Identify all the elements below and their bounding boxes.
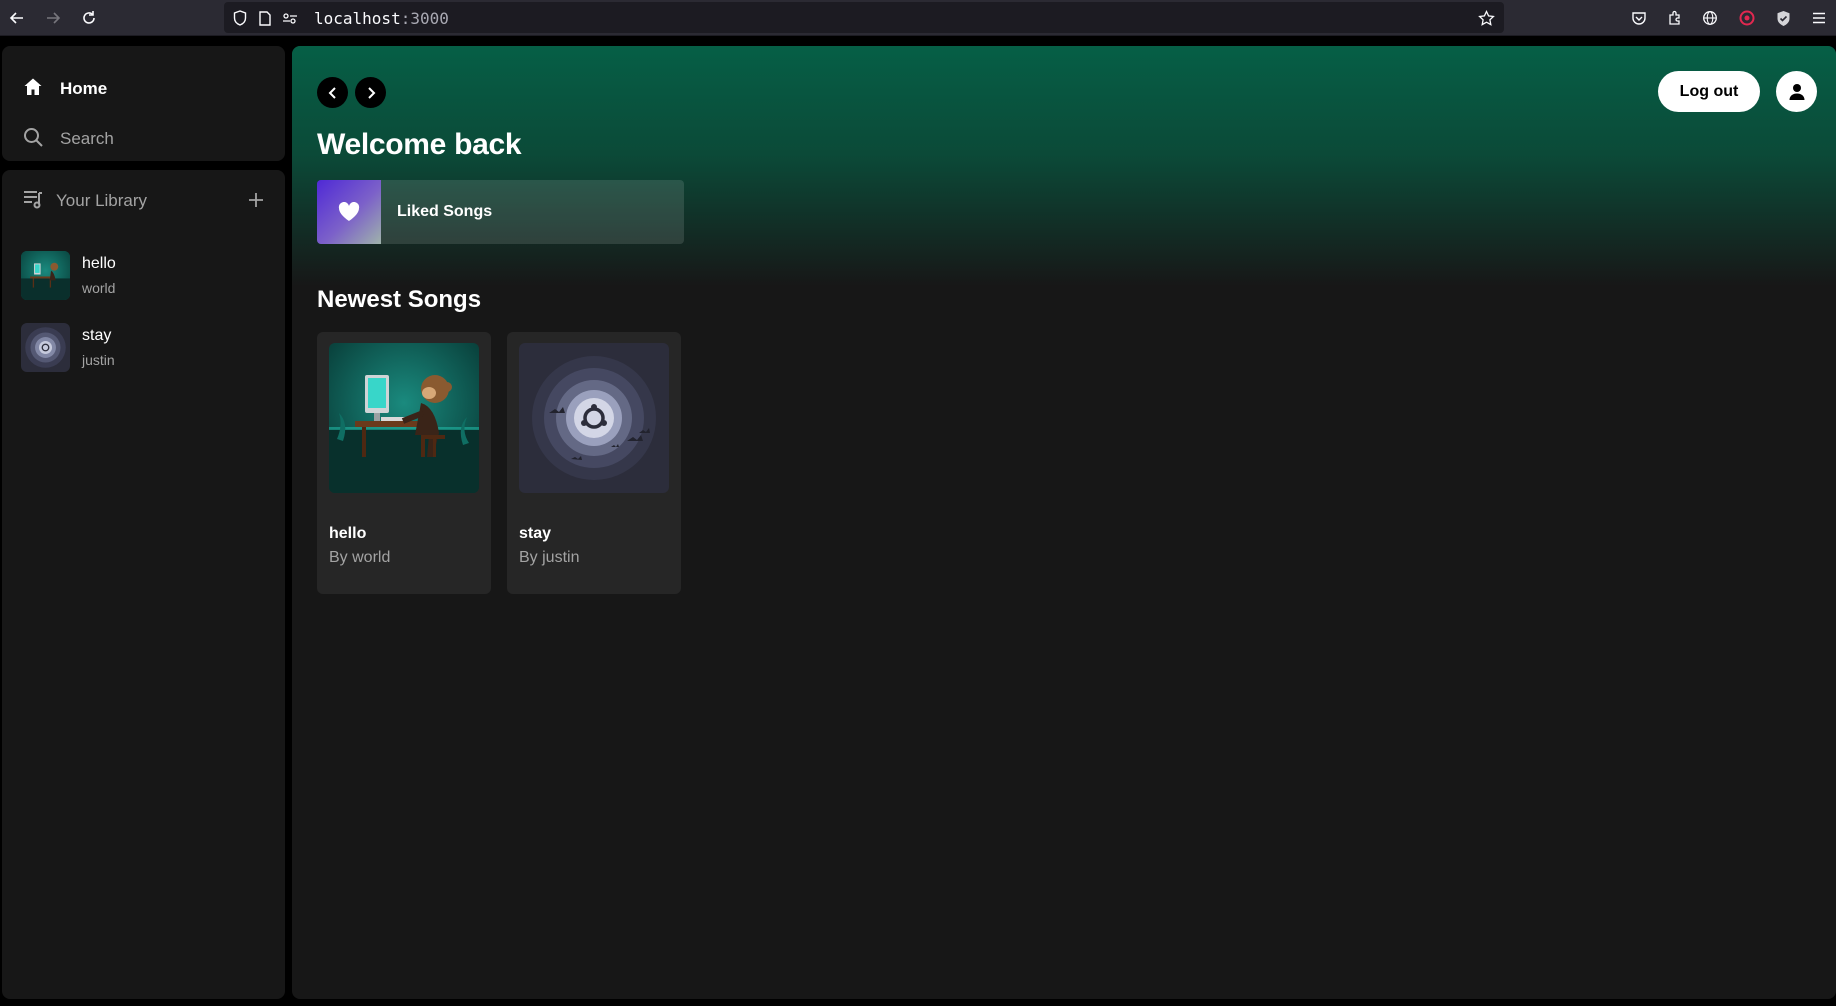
- sidebar-item-home[interactable]: Home: [22, 77, 107, 101]
- library-item-title: stay: [82, 326, 112, 344]
- pocket-icon[interactable]: [1628, 7, 1650, 29]
- nav-back-button[interactable]: [317, 77, 348, 108]
- permissions-icon[interactable]: [281, 9, 299, 27]
- song-card-byline: By justin: [519, 549, 580, 566]
- reload-icon[interactable]: [77, 6, 101, 30]
- liked-songs-label: Liked Songs: [397, 203, 493, 220]
- user-icon: [1789, 83, 1804, 100]
- library-item[interactable]: hello world: [21, 250, 271, 300]
- header-gradient: [292, 46, 1836, 286]
- library-title[interactable]: Your Library: [56, 191, 147, 211]
- song-card[interactable]: stay By justin: [507, 332, 681, 594]
- library-header: Your Library: [22, 188, 267, 214]
- address-bar[interactable]: localhost:3000: [224, 2, 1504, 33]
- library-icon[interactable]: [22, 188, 44, 215]
- forward-icon[interactable]: [41, 6, 65, 30]
- search-icon: [22, 126, 44, 153]
- nav-forward-button[interactable]: [355, 77, 386, 108]
- browser-toolbar: localhost:3000: [0, 0, 1836, 36]
- section-title: Newest Songs: [317, 286, 482, 313]
- song-cover-hello: [21, 250, 70, 300]
- song-cover-stay: [519, 343, 669, 493]
- liked-songs-art: [317, 180, 381, 244]
- bookmark-star-icon[interactable]: [1477, 9, 1495, 27]
- chevron-left-icon: [328, 86, 336, 99]
- menu-icon[interactable]: [1808, 7, 1830, 29]
- url-text[interactable]: localhost:3000: [314, 9, 449, 28]
- library-item-author: justin: [82, 351, 115, 368]
- shield-icon[interactable]: [231, 9, 249, 27]
- library-item-title: hello: [82, 254, 116, 272]
- library-item[interactable]: stay justin: [21, 322, 271, 372]
- sidebar-nav: Home Search: [2, 46, 285, 161]
- song-card-title: hello: [329, 525, 367, 542]
- page-icon[interactable]: [256, 9, 274, 27]
- extensions-icon[interactable]: [1664, 7, 1686, 29]
- record-extension-icon[interactable]: [1736, 7, 1758, 29]
- page-title: Welcome back: [317, 128, 522, 161]
- song-card-byline: By world: [329, 549, 391, 566]
- song-cover-stay: [21, 322, 70, 372]
- sidebar-item-search[interactable]: Search: [22, 127, 114, 151]
- logout-button[interactable]: Log out: [1658, 71, 1760, 112]
- sidebar-item-label: Home: [60, 79, 108, 98]
- globe-icon[interactable]: [1699, 7, 1721, 29]
- shield-check-icon[interactable]: [1772, 7, 1794, 29]
- song-cover-hello: [329, 343, 479, 493]
- song-card-title: stay: [519, 525, 552, 542]
- sidebar-item-label: Search: [60, 129, 114, 148]
- home-icon: [22, 76, 44, 103]
- chevron-right-icon: [367, 86, 375, 99]
- liked-songs-item[interactable]: Liked Songs: [317, 180, 684, 244]
- heart-icon: [338, 202, 360, 221]
- library-item-author: world: [82, 279, 116, 296]
- song-card[interactable]: hello By world: [317, 332, 491, 594]
- library-panel: Your Library hello world stay justin: [2, 170, 285, 999]
- add-to-library-icon[interactable]: [245, 189, 267, 211]
- back-icon[interactable]: [5, 6, 29, 30]
- main-content: Log out Welcome back Liked Songs Newest …: [292, 46, 1836, 999]
- app-root: Home Search Your Library hello world sta…: [0, 37, 1836, 1006]
- user-profile-button[interactable]: [1776, 71, 1817, 112]
